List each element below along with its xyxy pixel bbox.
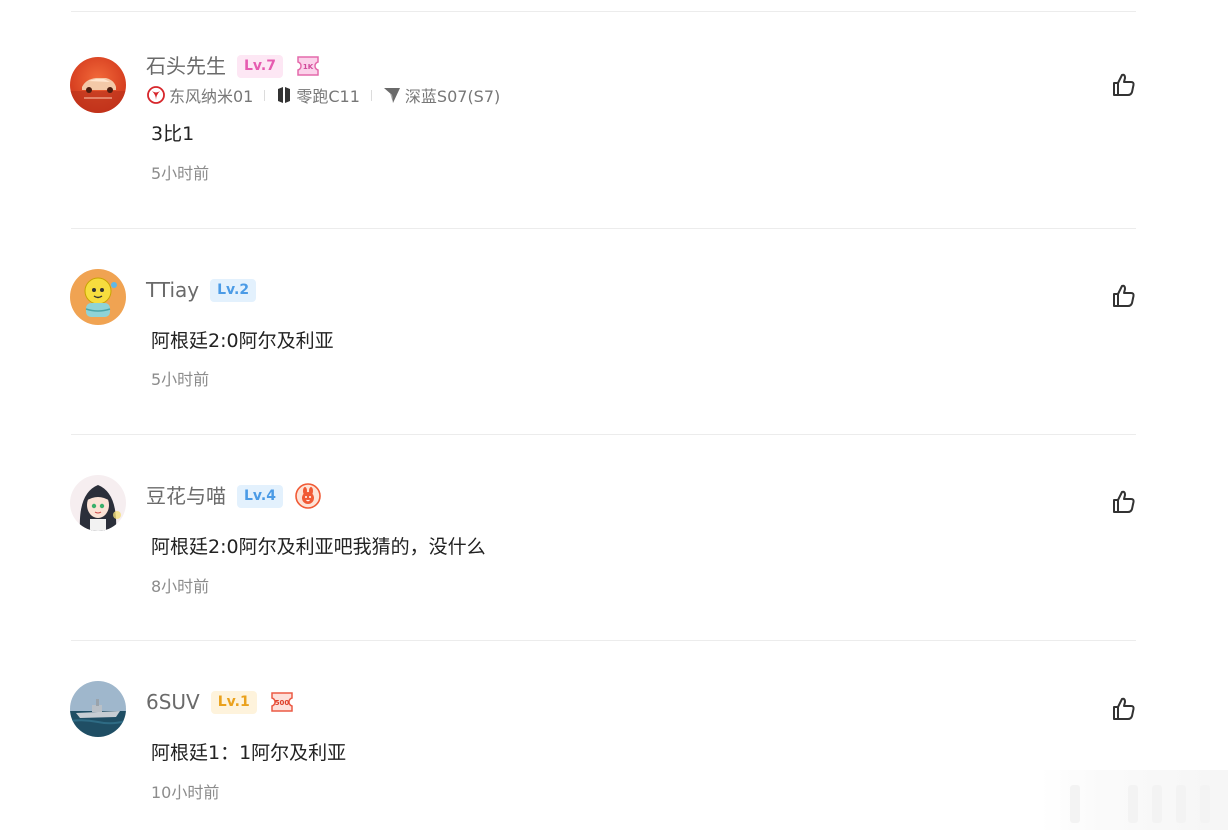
comment-item: 6SUV Lv.1 500 阿根廷1：1阿尔及利亚 10小时前	[0, 0, 1228, 802]
watermark-stroke	[1176, 785, 1186, 823]
medal-label: 500	[274, 699, 289, 707]
medal[interactable]	[295, 483, 321, 509]
avatar[interactable]	[70, 269, 126, 325]
level-badge: Lv.4	[237, 484, 283, 508]
divider	[71, 640, 1136, 641]
name-row: 豆花与喵 Lv.4	[146, 482, 321, 510]
level-badge: Lv.2	[210, 278, 257, 302]
timestamp: 5小时前	[151, 370, 210, 389]
comment-text: 阿根廷2:0阿尔及利亚	[151, 330, 334, 352]
thumbs-up-outline-icon	[1113, 284, 1135, 307]
anime-girl-avatar-icon	[70, 475, 126, 531]
name-row: 6SUV Lv.1 500	[146, 688, 295, 716]
divider	[71, 434, 1136, 435]
like-button[interactable]	[1111, 283, 1137, 309]
comment-text: 阿根廷1：1阿尔及利亚	[151, 742, 347, 764]
like-button[interactable]	[1111, 696, 1137, 722]
comment-text: 阿根廷2:0阿尔及利亚吧我猜的，没什么	[151, 536, 486, 558]
warship-avatar-icon	[70, 681, 126, 737]
yellow-cartoon-avatar-icon	[70, 269, 126, 325]
divider	[71, 228, 1136, 229]
timestamp: 10小时前	[151, 783, 220, 802]
username[interactable]: TTiay	[146, 276, 199, 304]
name-row: TTiay Lv.2	[146, 276, 257, 304]
thumbs-up-outline-icon	[1113, 490, 1135, 513]
watermark-stroke	[1128, 785, 1138, 823]
thumbs-up-outline-icon	[1113, 697, 1135, 720]
watermark-stroke	[1152, 785, 1162, 823]
level-badge: Lv.1	[210, 690, 257, 714]
username[interactable]: 6SUV	[146, 688, 200, 716]
watermark-stroke	[1200, 785, 1210, 823]
avatar[interactable]	[70, 681, 126, 737]
timestamp: 8小时前	[151, 577, 210, 596]
avatar[interactable]	[70, 475, 126, 531]
rabbit-medal-icon	[295, 483, 321, 509]
like-button[interactable]	[1111, 489, 1137, 515]
watermark-stroke	[1070, 785, 1080, 823]
username[interactable]: 豆花与喵	[146, 482, 226, 510]
medal[interactable]: 500	[269, 690, 295, 714]
500-ticket-medal-icon: 500	[270, 692, 293, 712]
